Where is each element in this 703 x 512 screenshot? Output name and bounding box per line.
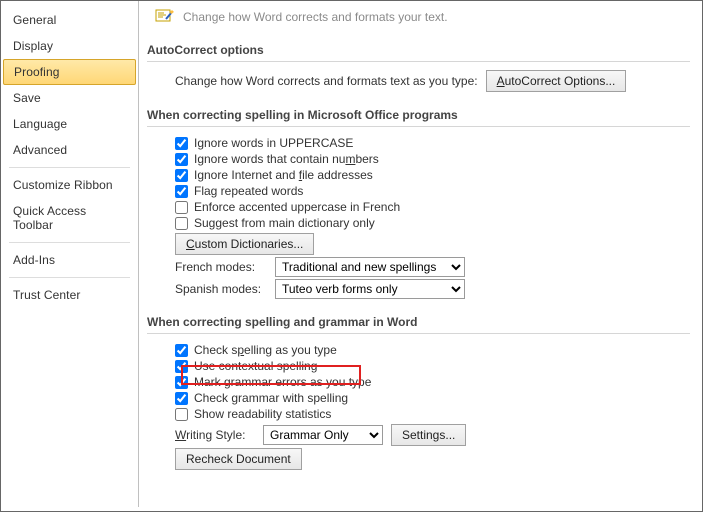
page-hint-row: Change how Word corrects and formats you…: [147, 5, 690, 35]
chk-mark-grammar[interactable]: Mark grammar errors as you type: [175, 374, 690, 390]
chk-check-grammar-with-spelling[interactable]: Check grammar with spelling: [175, 390, 690, 406]
options-dialog: General Display Proofing Save Language A…: [1, 1, 702, 507]
chk-main-dictionary[interactable]: Suggest from main dictionary only: [175, 215, 690, 231]
page-hint: Change how Word corrects and formats you…: [183, 10, 448, 24]
spanish-modes-label: Spanish modes:: [175, 282, 267, 296]
options-sidebar: General Display Proofing Save Language A…: [1, 1, 139, 507]
chk-ignore-internet[interactable]: Ignore Internet and file addresses: [175, 167, 690, 183]
sidebar-item-add-ins[interactable]: Add-Ins: [1, 247, 138, 273]
sidebar-divider: [9, 277, 130, 278]
french-modes-select[interactable]: Traditional and new spellings: [275, 257, 465, 277]
section-autocorrect-title: AutoCorrect options: [147, 39, 690, 59]
recheck-document-button[interactable]: Recheck Document: [175, 448, 302, 470]
chk-contextual-spelling[interactable]: Use contextual spelling: [175, 358, 690, 374]
french-modes-label: French modes:: [175, 260, 267, 274]
chk-check-spelling-as-type[interactable]: Check spelling as you type: [175, 342, 690, 358]
chk-flag-repeated[interactable]: Flag repeated words: [175, 183, 690, 199]
autocorrect-desc: Change how Word corrects and formats tex…: [175, 74, 478, 88]
section-word-body: Check spelling as you type Use contextua…: [147, 342, 690, 470]
sidebar-divider: [9, 167, 130, 168]
sidebar-item-quick-access-toolbar[interactable]: Quick Access Toolbar: [1, 198, 138, 238]
chk-readability-stats[interactable]: Show readability statistics: [175, 406, 690, 422]
options-main: Change how Word corrects and formats you…: [139, 1, 702, 507]
autocorrect-options-button[interactable]: AutoCorrect Options...: [486, 70, 627, 92]
spanish-modes-select[interactable]: Tuteo verb forms only: [275, 279, 465, 299]
section-autocorrect-body: Change how Word corrects and formats tex…: [147, 70, 690, 92]
chk-french-accented[interactable]: Enforce accented uppercase in French: [175, 199, 690, 215]
sidebar-item-general[interactable]: General: [1, 7, 138, 33]
section-office-title: When correcting spelling in Microsoft Of…: [147, 104, 690, 124]
sidebar-item-display[interactable]: Display: [1, 33, 138, 59]
sidebar-item-advanced[interactable]: Advanced: [1, 137, 138, 163]
sidebar-item-language[interactable]: Language: [1, 111, 138, 137]
writing-style-select[interactable]: Grammar Only: [263, 425, 383, 445]
sidebar-item-proofing[interactable]: Proofing: [3, 59, 136, 85]
sidebar-item-trust-center[interactable]: Trust Center: [1, 282, 138, 308]
proofing-icon: [155, 7, 175, 27]
custom-dictionaries-button[interactable]: Custom Dictionaries...: [175, 233, 314, 255]
sidebar-item-customize-ribbon[interactable]: Customize Ribbon: [1, 172, 138, 198]
chk-ignore-uppercase[interactable]: Ignore words in UPPERCASE: [175, 135, 690, 151]
section-office-body: Ignore words in UPPERCASE Ignore words t…: [147, 135, 690, 299]
sidebar-item-save[interactable]: Save: [1, 85, 138, 111]
writing-style-label: Writing Style:: [175, 428, 255, 442]
sidebar-divider: [9, 242, 130, 243]
section-word-title: When correcting spelling and grammar in …: [147, 311, 690, 331]
chk-ignore-numbers[interactable]: Ignore words that contain numbers: [175, 151, 690, 167]
settings-button[interactable]: Settings...: [391, 424, 466, 446]
